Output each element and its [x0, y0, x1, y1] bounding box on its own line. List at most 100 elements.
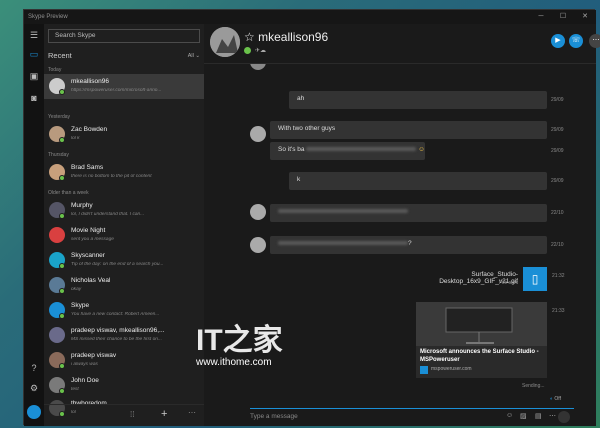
message-text: ? — [408, 240, 412, 247]
conversation-name: pradeep viswav — [71, 352, 117, 359]
send-button[interactable] — [558, 411, 570, 423]
help-icon[interactable]: ? — [27, 361, 41, 375]
contact-name: mkeallison96 — [258, 30, 329, 44]
presence-icon — [59, 137, 65, 143]
conversation-name: pradeep viswav, mkeallison96,... — [71, 327, 165, 334]
conversation-item[interactable]: Brad Sams there is no bottom to the pit … — [44, 160, 204, 185]
conversation-name: Movie Night — [71, 227, 106, 234]
filter-dropdown[interactable]: All ⌄ — [188, 50, 200, 62]
video-call-button[interactable]: ▶ — [551, 34, 565, 48]
settings-gear-icon[interactable]: ⚙ — [27, 381, 41, 395]
message-bubble[interactable]: ? — [270, 236, 547, 254]
message-time: 29/09 — [551, 97, 564, 103]
conversation-preview: Tip of the day: on the end of a search y… — [71, 262, 164, 267]
minimize-icon[interactable]: ─ — [530, 10, 552, 24]
conversation-name: John Doe — [71, 377, 99, 384]
more-options-button[interactable]: ⋯ — [589, 34, 600, 48]
message-bubble[interactable]: With two other guys — [270, 121, 547, 139]
message-bubble[interactable] — [270, 204, 547, 222]
conversation-name: Brad Sams — [71, 164, 104, 171]
link-preview-card[interactable]: Microsoft announces the Surface Studio -… — [416, 302, 547, 378]
message-time: 29/09 — [551, 178, 564, 184]
message-time: 29/09 — [551, 127, 564, 133]
conversation-name: Skyscanner — [71, 252, 105, 259]
presence-icon — [59, 89, 65, 95]
search-input[interactable]: Search Skype — [48, 29, 200, 43]
image-icon[interactable]: ▨ — [520, 412, 527, 420]
watermark: IT之家 www.ithome.com — [196, 325, 286, 370]
emoji-icon: ☺ — [418, 146, 425, 153]
contact-avatar[interactable] — [210, 27, 240, 57]
message-bubble[interactable]: k — [289, 172, 547, 190]
chat-icon[interactable]: ▭ — [27, 47, 41, 61]
section-thursday: Thursday — [48, 152, 69, 158]
link-title: Microsoft announces the Surface Studio -… — [420, 349, 539, 363]
sender-avatar — [250, 64, 266, 70]
conversation-preview: MS missed their chance to be the first o… — [71, 337, 162, 342]
title-bar: Skype Preview ─ ☐ ✕ — [24, 10, 596, 24]
contact-name-row: ☆ mkeallison96 — [244, 30, 328, 44]
message-text: With two other guys — [278, 125, 336, 132]
conversation-item[interactable]: Movie Night sent you a message — [44, 223, 204, 248]
window-title: Skype Preview — [28, 14, 68, 20]
favorite-star-icon[interactable]: ☆ — [244, 30, 255, 44]
file-attach-icon[interactable]: ▤ — [535, 412, 542, 420]
section-older: Older than a week — [48, 190, 89, 196]
conversation-item[interactable]: Nicholas Veal okay — [44, 273, 204, 298]
presence-icon — [59, 388, 65, 394]
conversation-item[interactable]: Skyscanner Tip of the day: on the end of… — [44, 248, 204, 273]
hamburger-menu-icon[interactable]: ☰ — [27, 28, 41, 42]
conversation-preview: okay — [71, 287, 82, 292]
message-bubble[interactable]: ah — [289, 91, 547, 109]
presence-icon — [59, 263, 65, 269]
message-time: 21:32 — [552, 273, 565, 279]
add-icon[interactable]: + — [161, 408, 167, 420]
conversation-preview: https://mspoweruser.com/microsoft-anno..… — [71, 88, 162, 93]
contacts-icon[interactable]: ▣ — [27, 69, 41, 83]
mood-icons: ✈☁ — [255, 48, 267, 54]
audio-call-button[interactable]: ☏ — [569, 34, 583, 48]
compose-placeholder: Type a message — [250, 413, 298, 420]
close-icon[interactable]: ✕ — [574, 10, 596, 24]
conversation-preview: lol k — [71, 136, 80, 141]
avatar — [49, 227, 65, 243]
more-compose-icon[interactable]: ⋯ — [549, 412, 556, 420]
off-label: Off — [554, 396, 561, 402]
message-bubble[interactable]: So it's ba ☺ — [270, 142, 425, 160]
watermark-logo: IT之家 — [196, 324, 283, 357]
emoticon-icon[interactable]: ☺ — [506, 412, 513, 419]
conversation-preview: lol, I didn't understand that. I can... — [71, 212, 145, 217]
link-site: mspoweruser.com — [431, 366, 472, 372]
dialpad-icon[interactable]: ⁞⁞ — [130, 410, 134, 419]
message-time: 22/10 — [551, 242, 564, 248]
conversation-name: mkeallison96 — [71, 78, 109, 85]
file-icon[interactable]: ▯ — [523, 267, 547, 291]
conversation-item[interactable]: Murphy lol, I didn't understand that. I … — [44, 198, 204, 223]
more-icon[interactable]: ⋯ — [188, 408, 196, 417]
conversation-name: Nicholas Veal — [71, 277, 111, 284]
contact-avatar-image — [210, 27, 240, 57]
conversation-item[interactable]: John Doe test — [44, 373, 204, 398]
search-placeholder: Search Skype — [55, 32, 96, 39]
sending-status: Sending... — [522, 383, 545, 389]
bots-icon[interactable]: ◙ — [27, 91, 41, 105]
link-preview-image — [416, 302, 547, 346]
conversation-item[interactable]: Zac Bowden lol k — [44, 122, 204, 147]
presence-icon — [59, 363, 65, 369]
conversation-item[interactable]: pradeep viswav, mkeallison96,... MS miss… — [44, 323, 204, 348]
presence-icon — [59, 213, 65, 219]
conversation-item[interactable]: pradeep viswav i always was — [44, 348, 204, 373]
nav-rail: ☰ ▭ ▣ ◙ ? ⚙ — [24, 24, 44, 426]
conversation-preview: i always was — [71, 362, 98, 367]
user-avatar[interactable] — [27, 405, 41, 419]
translator-toggle[interactable]: ◐ Off — [550, 396, 561, 402]
conversation-name: Skype — [71, 302, 90, 309]
maximize-icon[interactable]: ☐ — [552, 10, 574, 24]
sender-avatar — [250, 204, 266, 220]
message-text: So it's ba — [278, 146, 305, 153]
recent-header: Recent All ⌄ — [48, 50, 200, 62]
conversation-item[interactable]: mkeallison96 https://mspoweruser.com/mic… — [44, 74, 204, 99]
file-status: File sent — [499, 280, 518, 286]
skype-window: Skype Preview ─ ☐ ✕ ☰ ▭ ▣ ◙ ? ⚙ Search S… — [23, 9, 600, 426]
conversation-item[interactable]: Skype You have a new contact: Robert Ame… — [44, 298, 204, 323]
